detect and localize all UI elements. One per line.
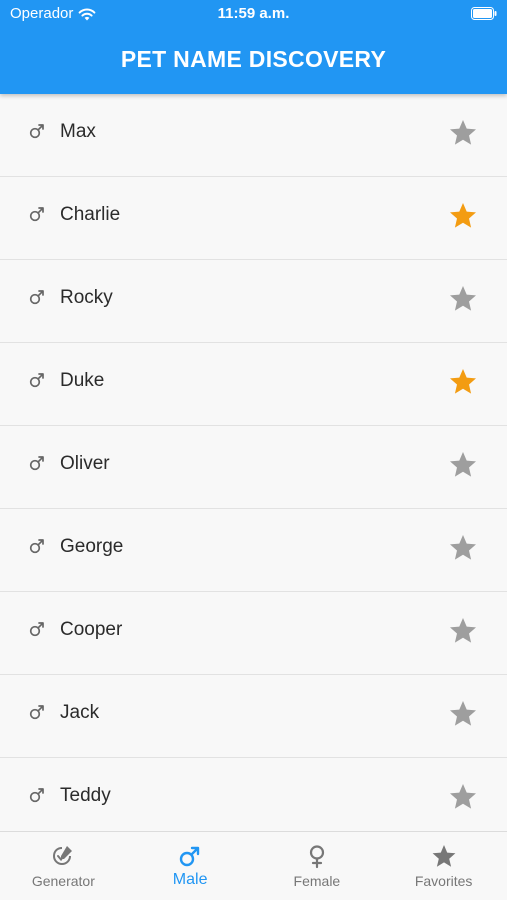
pet-name: Charlie [60,204,121,225]
page-title: PET NAME DISCOVERY [120,46,387,72]
favorite-star-icon[interactable] [448,284,478,314]
status-bar: Operador 11:59 a.m. [0,0,507,28]
pet-name: Teddy [60,785,111,806]
list-item[interactable]: George [0,509,507,592]
tab-male-label: Male [172,871,208,888]
pet-name: Oliver [60,453,110,474]
list-item[interactable]: Teddy [0,758,507,831]
male-icon [29,207,44,222]
female-icon [309,845,324,869]
list-item[interactable]: Rocky [0,260,507,343]
list-item[interactable]: Jack [0,675,507,758]
list-item[interactable]: Max [0,94,507,177]
male-icon [29,705,44,720]
tab-female[interactable]: Female [254,832,381,900]
name-list[interactable]: Max Charlie Rocky Duke Oliver George Cooper Jac… [0,94,507,831]
bottom-tab-bar: Generator Male Female Favorites [0,831,507,900]
star-icon [432,845,456,867]
male-icon [29,788,44,803]
male-icon [29,373,44,388]
favorite-star-icon[interactable] [448,118,478,148]
list-item[interactable]: Cooper [0,592,507,675]
favorite-star-filled-icon[interactable] [448,367,478,397]
male-icon [29,456,44,471]
pet-name: Jack [60,702,100,723]
status-time: 11:59 a.m. [217,5,290,22]
pet-name: Rocky [60,287,113,308]
pet-name: Max [60,121,96,142]
favorite-star-icon[interactable] [448,782,478,812]
app-header: Operador 11:59 a.m. PET NAME DISCOVERY [0,0,507,94]
favorite-star-icon[interactable] [448,450,478,480]
favorite-star-icon[interactable] [448,699,478,729]
male-icon [29,622,44,637]
pet-name: George [60,536,124,557]
male-icon [29,124,44,139]
pet-name: Duke [60,370,105,391]
pet-name: Cooper [60,619,123,640]
battery-icon [471,7,497,20]
male-icon [29,539,44,554]
generator-icon [53,846,73,866]
favorite-star-filled-icon[interactable] [448,201,478,231]
list-item[interactable]: Oliver [0,426,507,509]
male-icon [179,846,200,867]
list-item[interactable]: Charlie [0,177,507,260]
list-item[interactable]: Duke [0,343,507,426]
tab-male[interactable]: Male [127,832,254,900]
male-icon [29,290,44,305]
favorite-star-icon[interactable] [448,616,478,646]
tab-female-label: Female [293,873,341,889]
tab-favorites[interactable]: Favorites [380,832,507,900]
favorite-star-icon[interactable] [448,533,478,563]
tab-generator[interactable]: Generator [0,832,127,900]
tab-generator-label: Generator [31,873,95,889]
tab-favorites-label: Favorites [414,873,473,889]
